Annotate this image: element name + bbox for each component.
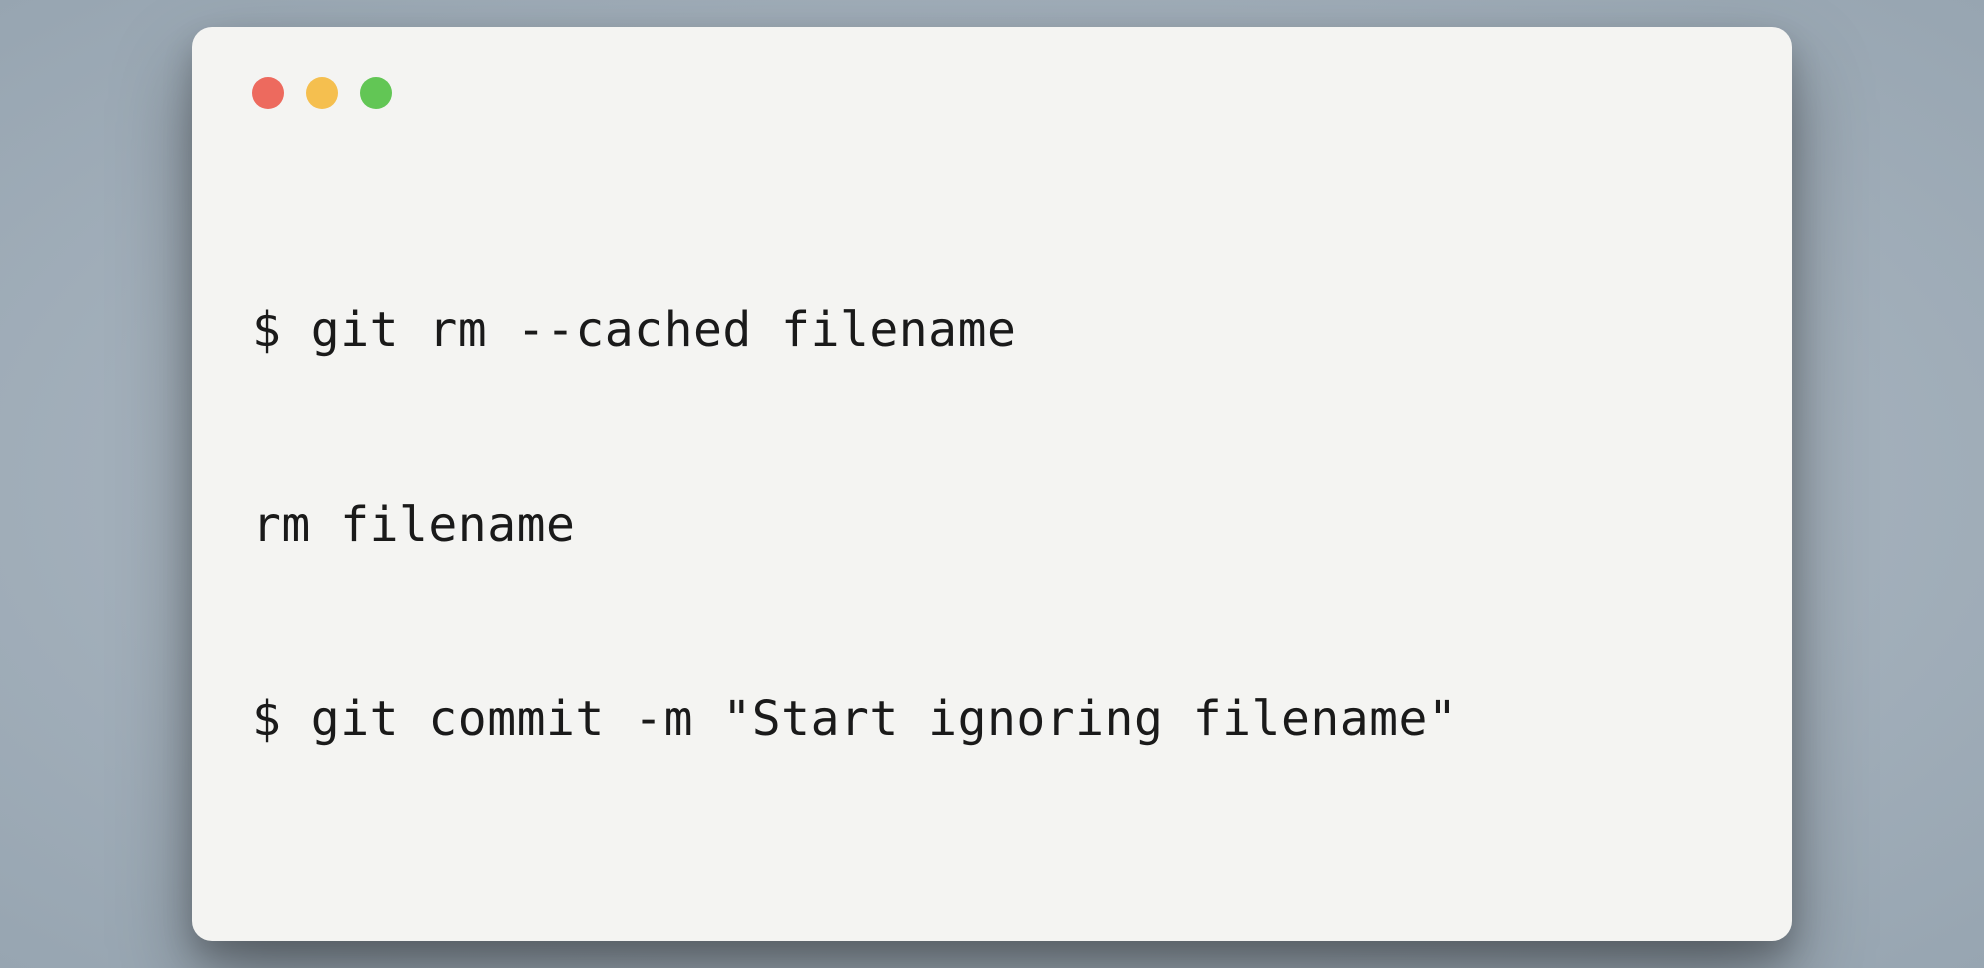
terminal-window: $ git rm --cached filename rm filename $… (192, 27, 1792, 942)
minimize-button[interactable] (306, 77, 338, 109)
title-bar (252, 77, 1732, 109)
terminal-line: $ git rm --cached filename (252, 298, 1732, 363)
terminal-line: rm filename (252, 493, 1732, 558)
close-button[interactable] (252, 77, 284, 109)
terminal-line: $ git commit -m "Start ignoring filename… (252, 687, 1732, 752)
terminal-content[interactable]: $ git rm --cached filename rm filename $… (252, 169, 1732, 882)
maximize-button[interactable] (360, 77, 392, 109)
